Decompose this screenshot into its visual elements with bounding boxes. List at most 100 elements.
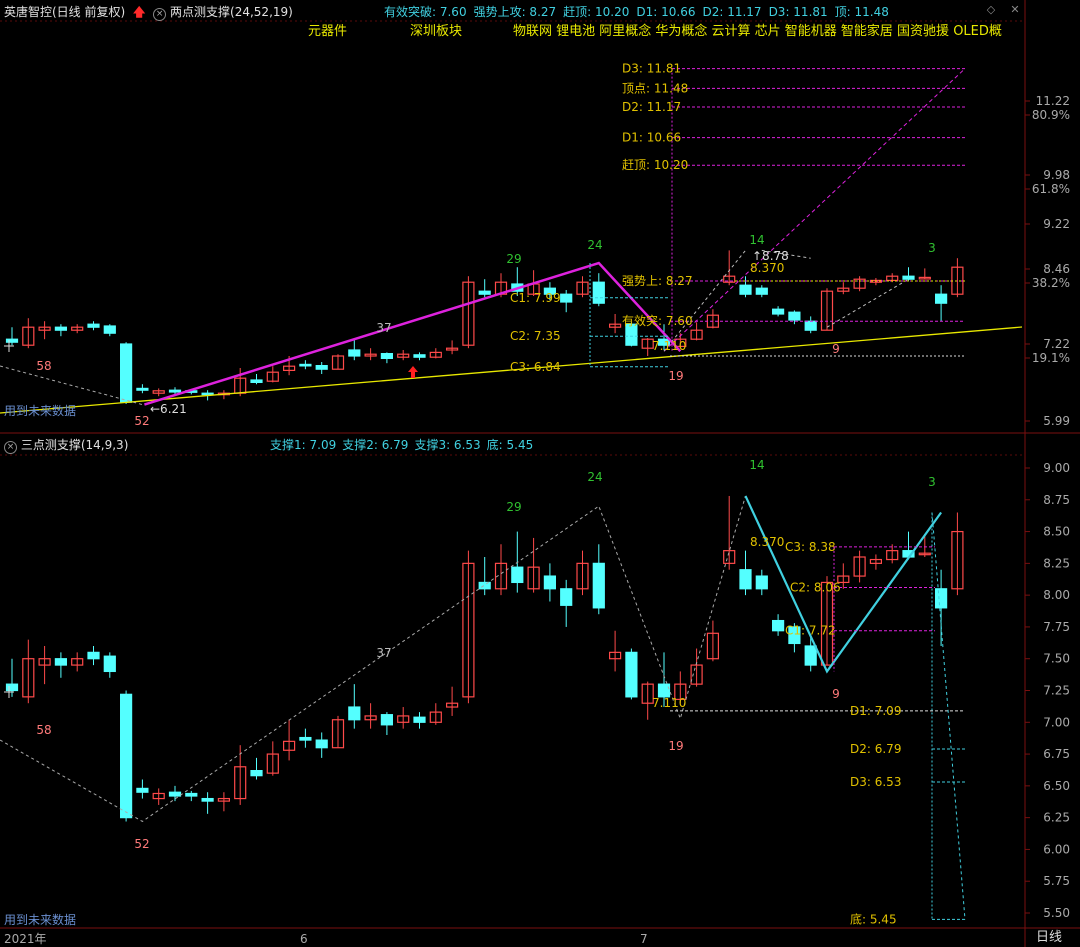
bottom-point-label-5: 19 (668, 739, 683, 753)
up-arrow-icon: 🡅 (133, 5, 146, 19)
top-candle-3 (54, 326, 68, 331)
indicator-close-icon[interactable]: × (153, 8, 167, 21)
metric-2: 赶顶: 10.20 (563, 5, 630, 19)
close-icon[interactable]: ✕ (1009, 4, 1021, 16)
top-note-low: ←6.21 (150, 402, 187, 416)
concept-tag-0[interactable]: 元器件 (308, 24, 347, 40)
bottom-candle-34 (560, 588, 573, 606)
top-candle-36 (592, 281, 605, 304)
top-note-peak: ↑8.78 (752, 249, 789, 263)
top-candle-47 (771, 308, 785, 315)
bottom-ytick-13: 5.75 (1043, 874, 1070, 888)
top-level-label-5: 强势上: 8.27 (622, 274, 693, 288)
bottom-point-label-3: 29 (506, 500, 521, 514)
top-level-label-0: D3: 11.81 (622, 62, 681, 76)
bottom-ytick-4: 8.00 (1043, 588, 1070, 602)
top-level-label-4: 赶顶: 10.20 (622, 158, 688, 172)
top-candle-21 (348, 349, 361, 357)
chart-window: 11.22 80.9% 9.98 61.8% 9.22 8.46 38.2% 7.22 19.1… (0, 0, 1080, 947)
top-candle-46 (755, 287, 768, 295)
top-candle-10 (168, 389, 182, 393)
bottom-ytick-6: 7.50 (1043, 652, 1070, 666)
metric-6: 顶: 11.48 (834, 5, 889, 19)
bottom-candle-5 (87, 651, 100, 660)
top-point-label-8: 3 (928, 241, 936, 255)
top-candle-6 (103, 325, 116, 334)
bottom-candle-33 (543, 575, 557, 590)
top-ytick-5: 8.46 (1043, 262, 1070, 276)
period-button[interactable]: 日线 (1036, 930, 1062, 946)
bottom-candle-21 (348, 706, 361, 721)
bottom-candle-23 (380, 714, 393, 726)
bottom-ytick-10: 6.50 (1043, 779, 1070, 793)
indicator-name[interactable]: 两点测支撑 (170, 5, 230, 19)
bottom-candle-18 (299, 736, 312, 741)
bottom-point-label-1: 52 (134, 837, 149, 851)
x-label-month-6: 6 (300, 932, 308, 946)
diamond-icon[interactable]: ◇ (985, 4, 997, 16)
top-c-label-0: C1: 7.99 (510, 291, 561, 305)
indicator-params: (24,52,19) (230, 5, 293, 19)
top-level-label-6: 有效突: 7.60 (622, 313, 693, 328)
top-metrics: 有效突破: 7.60 强势上攻: 8.27 赶顶: 10.20 D1: 10.66 D2… (384, 2, 896, 22)
bottom-candle-36 (592, 562, 605, 609)
bottom-candle-7 (119, 693, 133, 819)
top-candle-19 (315, 365, 328, 370)
support-metric-2: 支撑3: 6.53 (414, 438, 481, 452)
indicator2-name[interactable]: 三点测支撑 (21, 438, 81, 452)
bottom-candle-11 (185, 792, 198, 797)
top-c-label-2: C3: 6.84 (510, 360, 561, 374)
price-charts[interactable]: 11.2280.9% 9.9861.8% 9.22 8.4638.2% 7.2219.1… (0, 0, 1080, 947)
bottom-candle-45 (739, 569, 752, 590)
top-candle-25 (413, 354, 426, 358)
bottom-ytick-12: 6.00 (1043, 842, 1070, 856)
bottom-level-label-2: C1: 7.72 (785, 624, 836, 638)
bottom-cyan-diag (931, 512, 966, 920)
bottom-point-label-7: 9 (832, 687, 840, 701)
metric-5: D3: 11.81 (768, 5, 828, 19)
bottom-candle-15 (250, 769, 263, 777)
bottom-ytick-1: 8.75 (1043, 493, 1070, 507)
bottom-level-label-3: D1: 7.09 (850, 704, 901, 718)
bottom-candle-31 (511, 566, 524, 584)
bottom-candle-3 (54, 658, 68, 666)
x-label-month-7: 7 (640, 932, 648, 946)
bottom-point-label-2: 37 (376, 646, 391, 660)
support-metric-3: 底: 5.45 (486, 438, 534, 452)
top-c-label-1: C2: 7.35 (510, 329, 561, 343)
bottom-candle-40 (657, 683, 671, 698)
top-candle-23 (380, 353, 393, 360)
projection-line (663, 68, 966, 352)
support-metric-1: 支撑2: 6.79 (342, 438, 409, 452)
top-candle-5 (87, 323, 100, 328)
top-header: 英唐智控(日线 前复权) 🡅 × 两点测支撑(24,52,19) (4, 2, 293, 22)
bottom-level-label-6: 底: 5.45 (850, 911, 897, 926)
bottom-point-label-6: 14 (749, 458, 764, 472)
top-ytick-7: 7.22 (1043, 337, 1070, 351)
indicator2-params: (14,9,3) (80, 438, 129, 452)
top-ytick-6: 38.2% (1032, 276, 1070, 290)
bottom-point-label-8: 3 (928, 475, 936, 489)
bottom-ytick-5: 7.75 (1043, 620, 1070, 634)
bottom-ytick-0: 9.00 (1043, 461, 1070, 475)
bottom-candle-12 (201, 797, 214, 802)
concept-tag-2[interactable]: 物联网 锂电池 阿里概念 华为概念 云计算 芯片 智能机器 智能家居 国资驰援 … (513, 24, 1002, 40)
bottom-candle-47 (771, 619, 785, 632)
future-data-note-top: 用到未来数据 (4, 404, 77, 418)
top-level-label-3: D1: 10.66 (622, 131, 681, 145)
top-point-label-0: 58 (36, 359, 51, 373)
top-candle-57 (934, 293, 948, 304)
indicator2-close-icon[interactable]: × (4, 441, 17, 454)
top-note-mid: 7.110 (652, 339, 686, 353)
concept-tag-1[interactable]: 深圳板块 (410, 24, 462, 40)
bottom-note-high: 8.370 (750, 535, 784, 549)
rise-line-3 (826, 278, 909, 328)
stock-title[interactable]: 英唐智控(日线 前复权) (4, 5, 125, 19)
x-label-year: 2021年 (4, 932, 47, 946)
bottom-ytick-3: 8.25 (1043, 556, 1070, 570)
bottom-header: × 三点测支撑(14,9,3) (4, 435, 128, 455)
top-ytick-8: 19.1% (1032, 351, 1070, 365)
top-candle-0 (5, 338, 19, 343)
bottom-candle-57 (934, 588, 948, 609)
rise-line (663, 250, 746, 352)
